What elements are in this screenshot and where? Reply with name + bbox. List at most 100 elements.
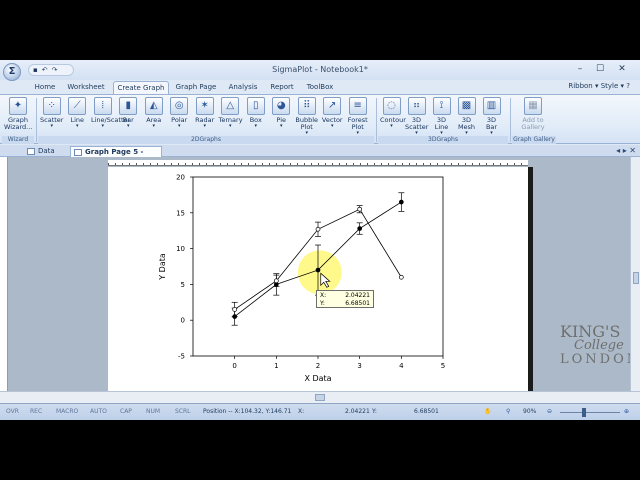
x-tick-label: 2 — [316, 362, 320, 370]
close-document-icon[interactable]: ✕ — [629, 146, 636, 155]
maximize-button[interactable]: ☐ — [590, 62, 610, 76]
doc-tab-graph-page[interactable]: Graph Page 5 - Data 1* — [70, 146, 162, 166]
dropdown-arrow-icon: ▾ — [279, 123, 283, 129]
add-to-gallery-button[interactable]: ▦ Add to Gallery — [516, 97, 550, 135]
status-position: Position -- X:104.32, Y:146.71 — [203, 408, 292, 415]
help-icon[interactable]: ? — [626, 82, 630, 90]
vertical-ruler — [0, 157, 8, 391]
x-tick-label: 5 — [441, 362, 445, 370]
status-num: NUM — [146, 408, 161, 415]
zoom-tool-icon[interactable]: ⚲ — [506, 404, 510, 420]
ribbon-menu[interactable]: Ribbon — [568, 82, 592, 90]
graph-wizard-button[interactable]: ✦ Graph Wizard... — [4, 97, 32, 135]
vertical-scrollbar[interactable] — [630, 157, 640, 391]
graph2d-button-5[interactable]: ◎ Polar ▾ — [168, 97, 192, 135]
scroll-thumb[interactable] — [633, 272, 639, 284]
y-tick-label: 20 — [176, 174, 185, 182]
document-tab-navigation: ◂ ▸ ✕ — [616, 145, 636, 156]
ribbon-tab-bar: Home Worksheet Create Graph Graph Page A… — [0, 80, 640, 94]
graph2d-button-9[interactable]: ◕ Pie ▾ — [270, 97, 294, 135]
zoom-slider[interactable] — [560, 412, 620, 413]
doc-tab-data1[interactable]: Data 1* — [24, 146, 64, 165]
ribbon-options: Ribbon ▾ Style ▾ ? — [568, 82, 630, 90]
graph2d-button-10[interactable]: ⠿ Bubble Plot ▾ — [295, 97, 319, 136]
graph-page-icon — [74, 149, 82, 156]
tab-home[interactable]: Home — [30, 81, 60, 94]
y-tick-label: 0 — [181, 317, 185, 325]
zoom-slider-thumb[interactable] — [582, 408, 586, 417]
graph2d-button-6[interactable]: ✶ Radar ▾ — [193, 97, 217, 135]
scroll-right-icon[interactable]: ▸ — [623, 146, 627, 155]
tab-toolbox[interactable]: ToolBox — [302, 81, 338, 94]
scroll-thumb[interactable] — [315, 394, 325, 401]
line-icon: ⟋ — [68, 97, 87, 115]
group-label-gallery: Graph Gallery — [512, 136, 556, 144]
tab-graph-page[interactable]: Graph Page — [174, 81, 218, 94]
y-tick-label: -5 — [178, 353, 185, 361]
pointer-tool-icon[interactable]: ✋ — [484, 404, 491, 420]
zoom-in-icon[interactable]: ⊕ — [624, 404, 629, 420]
divider — [36, 98, 37, 142]
dropdown-arrow-icon: ▾ — [330, 123, 334, 129]
polar-icon: ◎ — [170, 97, 189, 115]
dropdown-arrow-icon: ▾ — [75, 123, 79, 129]
graph2d-button-7[interactable]: △ Ternary ▾ — [219, 97, 243, 135]
graph2d-button-11[interactable]: ↗ Vector ▾ — [321, 97, 345, 135]
graph2d-button-1[interactable]: ⟋ Line ▾ — [66, 97, 90, 135]
y-axis-label: Y Data — [158, 253, 167, 281]
graph2d-button-12[interactable]: ≡ Forest Plot ▾ — [346, 97, 370, 136]
dropdown-arrow-icon: ▾ — [228, 123, 232, 129]
group-label-wizard: Wizard — [2, 136, 34, 144]
forest-icon: ≡ — [348, 97, 367, 115]
graph2d-button-0[interactable]: ⁘ Scatter ▾ — [40, 97, 64, 135]
status-ovr: OVR — [6, 408, 19, 415]
graph3d-button-2[interactable]: ⟟ 3D Line ▾ — [430, 97, 453, 136]
zoom-out-icon[interactable]: ⊖ — [547, 404, 552, 420]
status-macro: MACRO — [56, 408, 79, 415]
scatter3d-icon: ⠶ — [407, 97, 426, 115]
tab-report[interactable]: Report — [266, 81, 298, 94]
bar3d-icon: ▥ — [482, 97, 501, 115]
worksheet-icon — [27, 148, 35, 155]
kings-college-logo: KING'S College LONDON — [560, 322, 640, 367]
tab-worksheet[interactable]: Worksheet — [64, 81, 108, 94]
data-point — [273, 278, 279, 284]
line3d-icon: ⟟ — [432, 97, 451, 115]
close-button[interactable]: ✕ — [612, 62, 632, 76]
group-label-3d: 3DGraphs — [378, 136, 508, 144]
horizontal-scrollbar[interactable] — [0, 391, 640, 403]
graph3d-button-4[interactable]: ▥ 3D Bar ▾ — [480, 97, 503, 136]
zoom-level: 90% — [523, 408, 537, 415]
tab-create-graph[interactable]: Create Graph — [113, 81, 169, 94]
graph-page[interactable]: 0 1 2 3 4 5 -5 0 5 10 15 20 X Data Y Data X: 2.04221 Y… — [108, 167, 528, 391]
status-auto: AUTO — [90, 408, 107, 415]
y-tick-label: 10 — [176, 245, 185, 253]
tooltip-y-value: 6.68501 — [345, 300, 370, 307]
graph[interactable]: 0 1 2 3 4 5 -5 0 5 10 15 20 X Data Y Data — [108, 167, 528, 391]
status-cap: CAP — [120, 408, 132, 415]
data-point — [315, 267, 321, 273]
minimize-button[interactable]: – — [570, 62, 590, 76]
graph2d-button-8[interactable]: ▯ Box ▾ — [244, 97, 268, 135]
status-bar: OVR REC MACRO AUTO CAP NUM SCRL Position… — [0, 403, 640, 420]
style-menu[interactable]: Style — [601, 82, 619, 90]
y-tick-label: 5 — [181, 281, 185, 289]
graph3d-button-0[interactable]: ◌ Contour ▾ — [380, 97, 406, 135]
tab-analysis[interactable]: Analysis — [224, 81, 262, 94]
dropdown-arrow-icon: ▾ — [126, 123, 130, 129]
dropdown-arrow-icon: ▾ — [390, 123, 393, 129]
graph2d-button-4[interactable]: ◭ Area ▾ — [142, 97, 166, 135]
graph3d-button-3[interactable]: ▩ 3D Mesh ▾ — [455, 97, 478, 136]
contour-icon: ◌ — [382, 97, 401, 115]
x-tick-label: 4 — [399, 362, 404, 370]
gallery-icon: ▦ — [524, 97, 542, 115]
window-title: SigmaPlot - Notebook1* — [272, 65, 368, 74]
scroll-left-icon[interactable]: ◂ — [616, 146, 620, 155]
graph-page-area: 0 1 2 3 4 5 -5 0 5 10 15 20 X Data Y Data X: 2.04221 Y… — [0, 157, 640, 403]
x-tick-label: 3 — [357, 362, 361, 370]
divider — [510, 98, 511, 142]
graph2d-button-3[interactable]: ▮ Bar ▾ — [117, 97, 141, 135]
radar-icon: ✶ — [195, 97, 214, 115]
graph2d-button-2[interactable]: ⦙ Line/Scatter ▾ — [91, 97, 130, 135]
graph3d-button-1[interactable]: ⠶ 3D Scatter ▾ — [405, 97, 428, 136]
